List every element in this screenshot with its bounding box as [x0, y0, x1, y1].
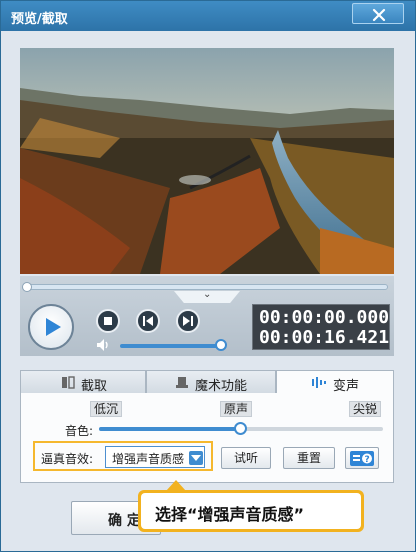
tab-label-trim: 截取	[81, 379, 108, 394]
play-button[interactable]	[28, 304, 74, 350]
instruction-callout: 选择“增强声音质感”	[138, 480, 364, 532]
current-time: 00:00:00.000	[259, 307, 390, 328]
next-frame-button[interactable]	[176, 309, 200, 333]
total-time: 00:00:16.421	[259, 327, 390, 348]
title-bar: 预览/截取	[1, 1, 415, 31]
volume-icon[interactable]	[96, 338, 112, 352]
stop-icon	[104, 317, 112, 325]
tab-voice-change[interactable]: 变声	[276, 370, 394, 394]
tab-label-magic: 魔术功能	[195, 379, 248, 394]
voice-change-panel: 低沉 原声 尖锐 音色: 逼真音效: 增强声音质感 试听 重置 ?	[20, 393, 394, 483]
previous-frame-button[interactable]	[136, 309, 160, 333]
pitch-handle[interactable]	[234, 422, 247, 435]
window-title: 预览/截取	[11, 12, 68, 27]
step-back-icon	[143, 316, 153, 326]
volume-slider[interactable]	[120, 344, 221, 348]
magic-hat-icon	[176, 377, 188, 388]
callout-pointer	[166, 480, 186, 491]
help-button[interactable]: ?	[345, 447, 379, 469]
effect-label: 逼真音效:	[41, 452, 94, 466]
pitch-low-label: 低沉	[90, 401, 123, 417]
reset-button[interactable]: 重置	[283, 447, 335, 469]
sound-wave-icon	[312, 377, 326, 388]
preview-button[interactable]: 试听	[221, 447, 271, 469]
effect-dropdown[interactable]: 增强声音质感	[105, 446, 205, 468]
close-button[interactable]	[352, 3, 404, 24]
film-cut-icon	[62, 376, 75, 389]
pitch-slider-fill	[99, 427, 241, 431]
dropdown-arrow-icon	[189, 451, 203, 465]
video-preview	[20, 48, 394, 274]
feature-tabs: 截取 魔术功能 变声	[20, 370, 394, 394]
play-icon	[46, 318, 61, 336]
timecode-display: 00:00:00.000 00:00:16.421	[252, 304, 390, 350]
player-controls: ⌄ 00:00:00.000 00:00:16.421	[20, 276, 394, 356]
progress-bar[interactable]	[26, 284, 388, 290]
close-icon	[372, 8, 386, 22]
pitch-mid-label: 原声	[220, 401, 253, 417]
preview-dialog: 预览/截取 ⌄ 00:00:00.000 00:00:16.421 截取 魔术功…	[0, 0, 416, 552]
step-forward-icon	[183, 316, 193, 326]
collapse-toggle[interactable]: ⌄	[174, 291, 240, 303]
svg-text:?: ?	[365, 455, 370, 465]
progress-handle[interactable]	[22, 282, 32, 292]
video-frame-image	[20, 48, 394, 274]
pitch-high-label: 尖锐	[349, 401, 382, 417]
pitch-label: 音色:	[65, 424, 94, 438]
tab-label-voice-change: 变声	[333, 379, 360, 394]
callout-text: 选择“增强声音质感”	[155, 505, 305, 524]
help-icon: ?	[350, 451, 374, 466]
effect-selected-value: 增强声音质感	[112, 452, 185, 466]
volume-handle[interactable]	[214, 339, 227, 351]
stop-button[interactable]	[96, 309, 120, 333]
tab-trim[interactable]: 截取	[20, 370, 146, 394]
confirm-button-label: 确 定	[108, 513, 141, 529]
tab-magic[interactable]: 魔术功能	[146, 370, 276, 394]
callout-body: 选择“增强声音质感”	[141, 493, 361, 529]
chevron-down-icon: ⌄	[203, 289, 212, 300]
